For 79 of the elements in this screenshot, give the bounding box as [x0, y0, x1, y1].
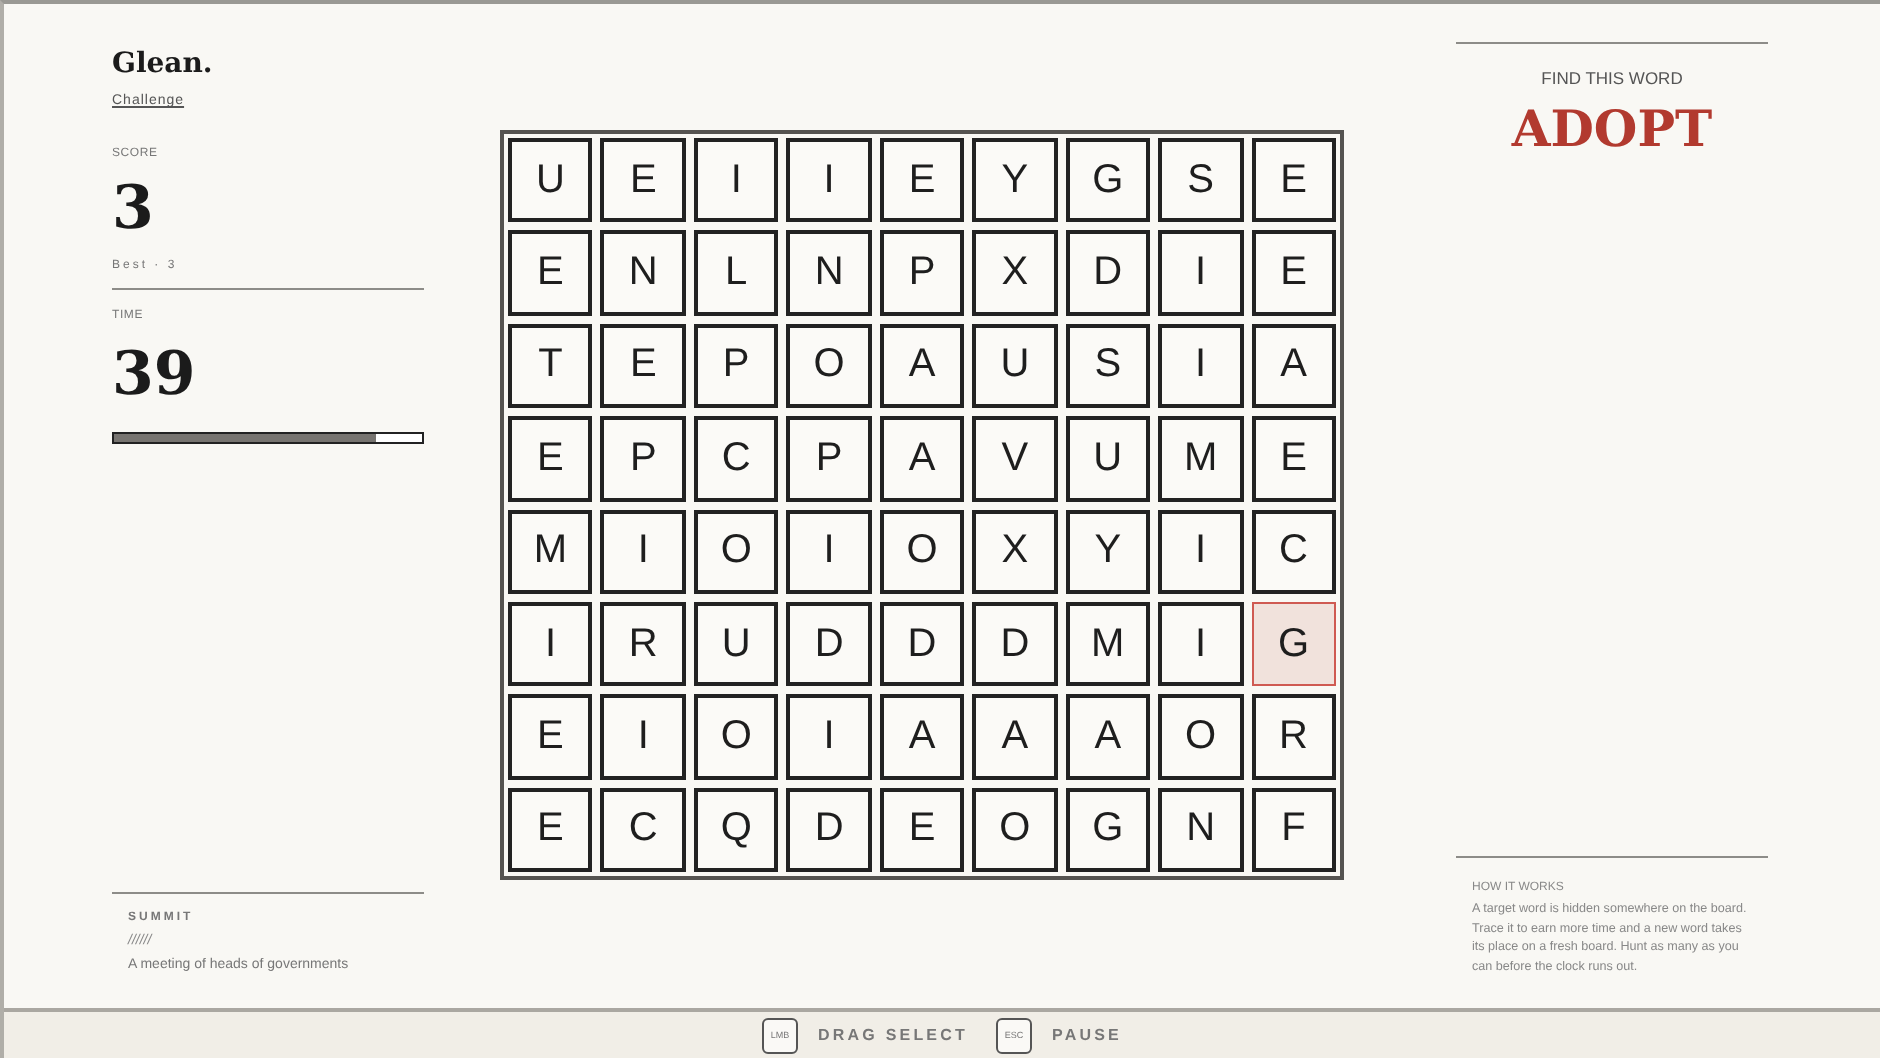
letter-tile[interactable]: O — [693, 694, 779, 780]
letter-tile[interactable]: I — [786, 694, 872, 780]
letter-tile[interactable]: A — [972, 694, 1058, 780]
letter-tile[interactable]: E — [600, 323, 686, 409]
letter-tile[interactable]: N — [1158, 787, 1244, 872]
letter-tile[interactable]: I — [1158, 323, 1244, 409]
letter-tile[interactable]: I — [1158, 601, 1244, 687]
letter-tile[interactable]: V — [972, 416, 1058, 501]
letter-tile[interactable]: O — [879, 509, 965, 594]
letter-tile[interactable]: P — [786, 416, 872, 501]
letter-tile[interactable]: G — [1065, 787, 1151, 872]
letter-tile[interactable]: P — [693, 323, 779, 409]
letter-tile[interactable]: X — [972, 509, 1058, 594]
letter-tile[interactable]: R — [1251, 694, 1336, 780]
letter-tile[interactable]: D — [1065, 230, 1151, 316]
letter-tile[interactable]: E — [508, 787, 593, 872]
letter-tile[interactable]: E — [879, 138, 965, 223]
letter-tile[interactable]: U — [1065, 416, 1151, 501]
letter-tile[interactable]: E — [1251, 138, 1336, 223]
letter-tile[interactable]: Q — [693, 787, 779, 872]
letter-tile[interactable]: I — [786, 138, 872, 223]
letter-tile[interactable]: E — [508, 694, 593, 780]
letter-tile[interactable]: O — [972, 787, 1058, 872]
letter-tile[interactable]: I — [786, 509, 872, 594]
letter-tile[interactable]: O — [693, 509, 779, 594]
letter-tile[interactable]: T — [508, 323, 593, 409]
letter-tile[interactable]: C — [1251, 509, 1336, 594]
letter-tile[interactable]: A — [879, 323, 965, 409]
letter-tile[interactable]: A — [1251, 323, 1336, 409]
letter-tile[interactable]: S — [1065, 323, 1151, 409]
letter-tile[interactable]: U — [693, 601, 779, 687]
letter-tile[interactable]: I — [600, 509, 686, 594]
letter-tile[interactable]: C — [600, 787, 686, 872]
letter-tile[interactable]: D — [786, 787, 872, 872]
letter-tile[interactable]: O — [786, 323, 872, 409]
score-value: 3 — [112, 180, 156, 240]
letter-tile[interactable]: E — [508, 230, 593, 316]
letter-tile[interactable]: N — [786, 230, 872, 316]
letter-tile[interactable]: E — [600, 138, 686, 223]
letter-tile[interactable]: D — [879, 601, 965, 687]
letter-tile[interactable]: C — [693, 416, 779, 501]
letter-tile[interactable]: G — [1251, 601, 1336, 687]
letter-tile[interactable]: I — [693, 138, 779, 223]
letter-tile[interactable]: E — [1251, 230, 1336, 316]
target-label: FIND THIS WORD — [1541, 68, 1683, 88]
letter-tile[interactable]: D — [786, 601, 872, 687]
letter-tile[interactable]: Y — [972, 138, 1058, 223]
letter-tile[interactable]: E — [508, 416, 593, 501]
letter-tile[interactable]: A — [879, 416, 965, 501]
letter-tile[interactable]: I — [1158, 509, 1244, 594]
letter-tile[interactable]: L — [693, 230, 779, 316]
letter-tile[interactable]: M — [1065, 601, 1151, 687]
letter-tile[interactable]: A — [879, 694, 965, 780]
letter-tile[interactable]: G — [1065, 138, 1151, 223]
letter-tile[interactable]: N — [600, 230, 686, 316]
letter-tile[interactable]: M — [1158, 416, 1244, 501]
letter-tile[interactable]: E — [1251, 416, 1336, 501]
letter-tile[interactable]: I — [1158, 230, 1244, 316]
control-action: DRAG SELECT — [818, 1026, 968, 1044]
letter-tile[interactable]: S — [1158, 138, 1244, 223]
letter-tile[interactable]: F — [1251, 787, 1336, 872]
letter-tile[interactable]: P — [600, 416, 686, 501]
letter-tile[interactable]: Y — [1065, 509, 1151, 594]
letter-tile[interactable]: E — [879, 787, 965, 872]
letter-tile[interactable]: I — [600, 694, 686, 780]
letter-tile[interactable]: P — [879, 230, 965, 316]
letter-tile[interactable]: X — [972, 230, 1058, 316]
app-title: Glean. — [112, 48, 215, 80]
letter-tile[interactable]: M — [508, 509, 593, 594]
letter-tile[interactable]: D — [972, 601, 1058, 687]
control-action: PAUSE — [1051, 1026, 1122, 1044]
target-word: ADOPT — [1511, 100, 1713, 158]
letter-tile[interactable]: U — [508, 138, 593, 223]
letter-tile[interactable]: U — [972, 323, 1058, 409]
letter-tile[interactable]: A — [1065, 694, 1151, 780]
letter-tile[interactable]: I — [508, 601, 593, 687]
letter-tile[interactable]: R — [600, 601, 686, 687]
time-value: 39 — [112, 346, 198, 406]
letter-tile[interactable]: O — [1158, 694, 1244, 780]
